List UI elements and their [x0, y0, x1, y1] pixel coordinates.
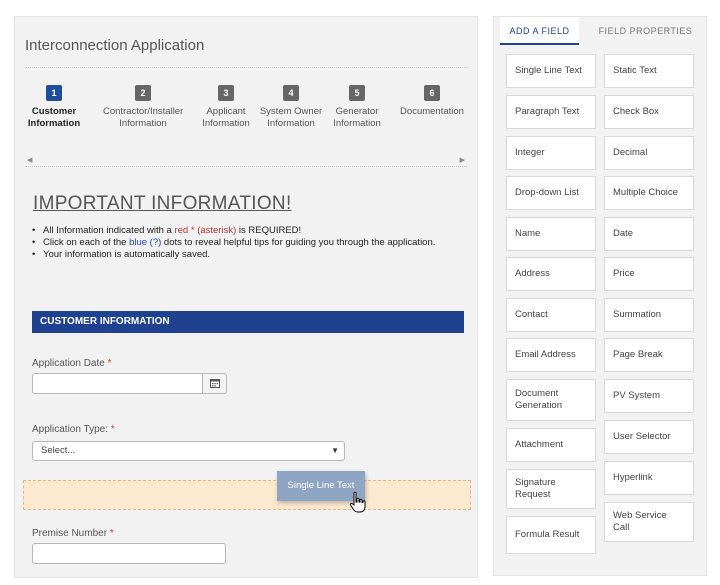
calendar-button[interactable] [202, 373, 227, 394]
application-type-label: Application Type: * [32, 424, 115, 435]
field-drop-zone[interactable] [23, 480, 471, 510]
step-label: Generator Information [333, 106, 381, 129]
title-divider [25, 67, 467, 68]
form-title: Interconnection Application [25, 37, 205, 54]
field-button-pv-system[interactable]: PV System [604, 379, 694, 413]
field-button-date[interactable]: Date [604, 217, 694, 251]
step-number: 5 [349, 85, 365, 101]
step-5[interactable]: 5 Generator Information [317, 83, 397, 130]
field-button-single-line-text[interactable]: Single Line Text [506, 54, 596, 88]
field-button-document-generation[interactable]: Document Generation [506, 379, 596, 421]
application-type-select[interactable]: Select... ▼ [32, 441, 345, 461]
step-1[interactable]: 1 Customer Information [15, 83, 94, 130]
field-button-hyperlink[interactable]: Hyperlink [604, 461, 694, 495]
field-button-attachment[interactable]: Attachment [506, 428, 596, 462]
step-number: 2 [135, 85, 151, 101]
field-button-page-break[interactable]: Page Break [604, 338, 694, 372]
field-button-contact[interactable]: Contact [506, 298, 596, 332]
info-list: All Information indicated with a red * (… [31, 225, 461, 261]
field-button-user-selector[interactable]: User Selector [604, 420, 694, 454]
step-navigator: 1 Customer Information 2 Contractor/Inst… [25, 83, 473, 153]
field-palette: ADD A FIELD FIELD PROPERTIES Single Line… [493, 16, 707, 576]
tab-field-properties[interactable]: FIELD PROPERTIES [593, 17, 698, 45]
step-6[interactable]: 6 Documentation [392, 83, 472, 118]
tab-add-a-field[interactable]: ADD A FIELD [500, 17, 579, 45]
field-button-name[interactable]: Name [506, 217, 596, 251]
chevron-down-icon: ▼ [331, 446, 339, 455]
info-item-tips: Click on each of the blue (?) dots to re… [31, 237, 461, 249]
field-button-static-text[interactable]: Static Text [604, 54, 694, 88]
field-button-check-box[interactable]: Check Box [604, 95, 694, 129]
step-label: Contractor/Installer Information [103, 106, 184, 129]
field-button-web-service-call[interactable]: Web Service Call [604, 502, 694, 542]
field-button-formula-result[interactable]: Formula Result [506, 516, 596, 554]
step-label: Customer Information [27, 106, 81, 129]
field-button-address[interactable]: Address [506, 257, 596, 291]
field-button-decimal[interactable]: Decimal [604, 136, 694, 170]
step-label: Documentation [400, 106, 464, 117]
step-number: 4 [283, 85, 299, 101]
field-button-integer[interactable]: Integer [506, 136, 596, 170]
application-date-label: Application Date * [32, 358, 112, 369]
selected-value: Select... [41, 445, 76, 456]
field-button-email-address[interactable]: Email Address [506, 338, 596, 372]
palette-tabs: ADD A FIELD FIELD PROPERTIES [494, 17, 706, 45]
scroll-right-icon[interactable]: ▶ [460, 157, 465, 165]
steps-scrollbar[interactable]: ◀ ▶ [25, 157, 467, 167]
calendar-icon [209, 379, 220, 389]
important-heading: IMPORTANT INFORMATION! [33, 193, 292, 214]
step-number: 6 [424, 85, 440, 101]
info-item-autosave: Your information is automatically saved. [31, 249, 461, 261]
field-button-drop-down-list[interactable]: Drop-down List [506, 176, 596, 210]
hand-pointer-icon [349, 491, 366, 513]
field-button-paragraph-text[interactable]: Paragraph Text [506, 95, 596, 129]
form-canvas: Interconnection Application 1 Customer I… [14, 16, 478, 578]
step-number: 1 [46, 85, 62, 101]
field-button-multiple-choice[interactable]: Multiple Choice [604, 176, 694, 210]
info-item-required: All Information indicated with a red * (… [31, 225, 461, 237]
premise-number-input[interactable] [32, 543, 226, 564]
application-date-input[interactable] [32, 373, 203, 394]
premise-number-label: Premise Number * [32, 528, 114, 539]
step-number: 3 [218, 85, 234, 101]
field-button-price[interactable]: Price [604, 257, 694, 291]
section-header-customer-information: CUSTOMER INFORMATION [32, 311, 464, 333]
field-button-signature-request[interactable]: Signature Request [506, 469, 596, 509]
scroll-left-icon[interactable]: ◀ [27, 157, 32, 165]
step-2[interactable]: 2 Contractor/Installer Information [103, 83, 183, 130]
field-button-summation[interactable]: Summation [604, 298, 694, 332]
